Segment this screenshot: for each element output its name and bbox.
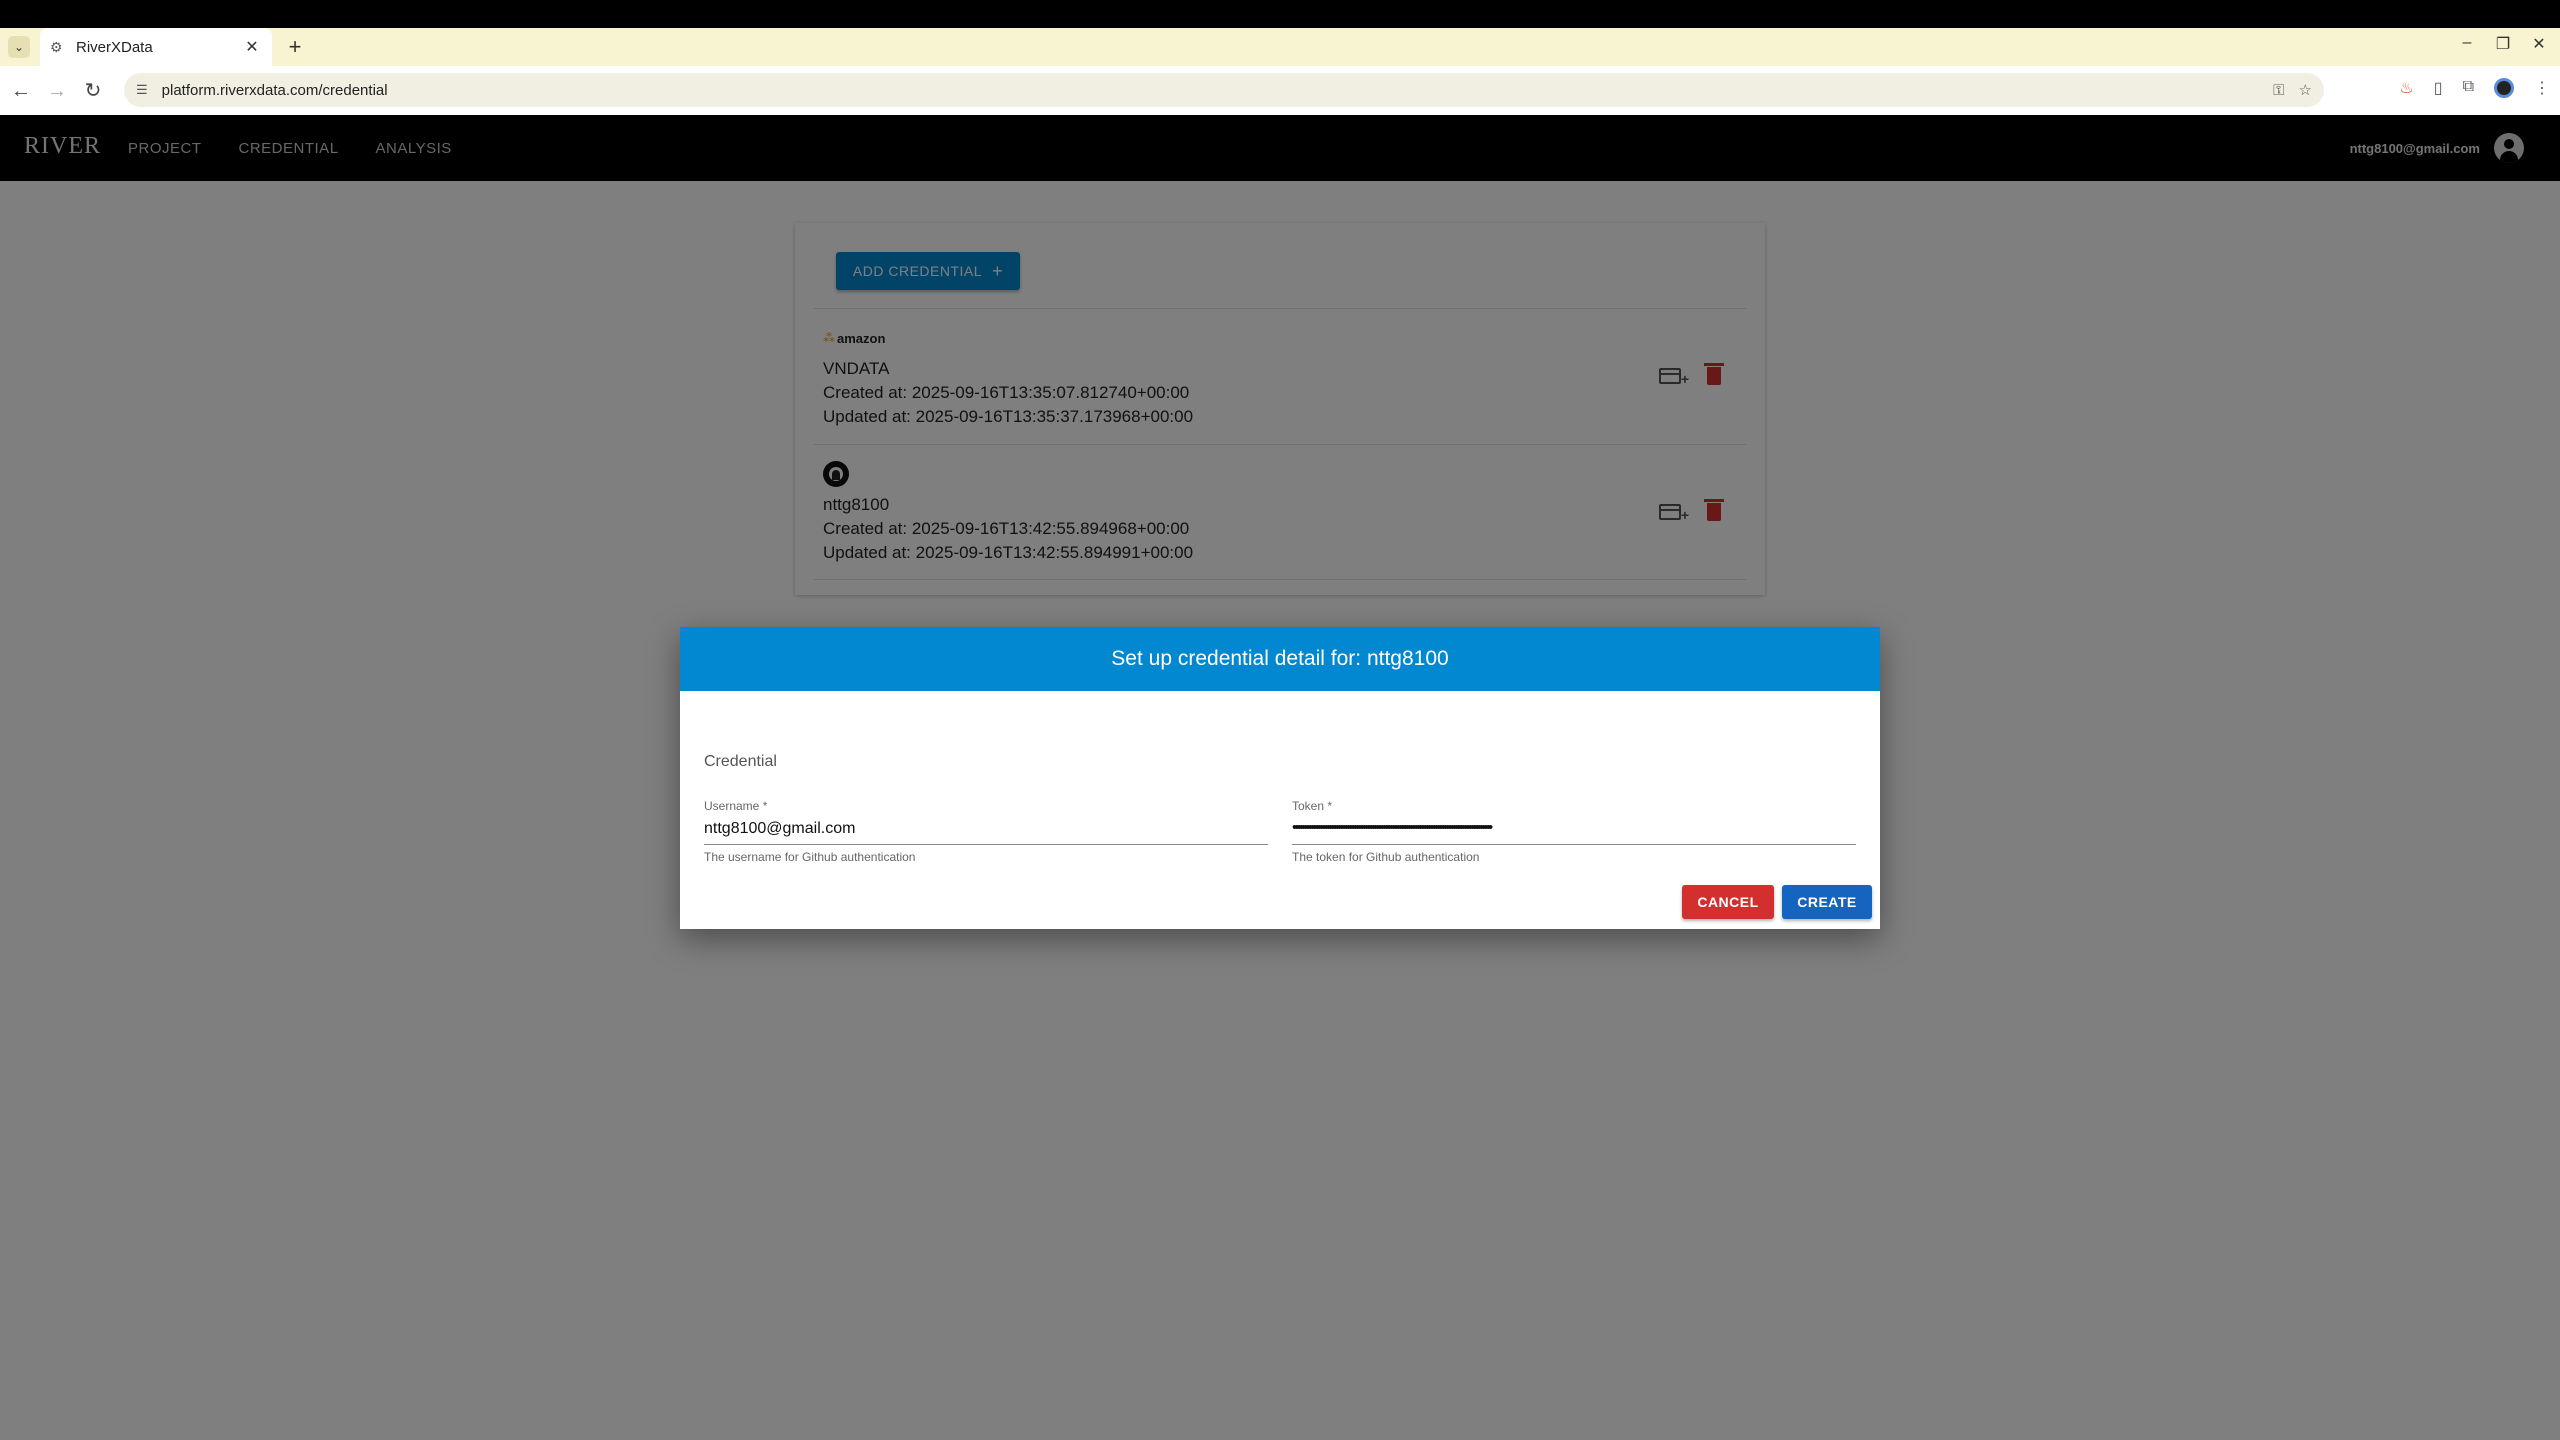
fire-icon[interactable]: ♨ <box>2399 78 2413 98</box>
create-button[interactable]: CREATE <box>1782 885 1872 919</box>
star-icon[interactable]: ☆ <box>2299 81 2312 99</box>
token-label: Token * <box>1292 799 1333 813</box>
site-info-icon[interactable]: ☰ <box>136 82 148 98</box>
credential-dialog: Set up credential detail for: nttg8100 C… <box>680 627 1880 929</box>
tab-title: RiverXData <box>76 38 153 56</box>
extensions-icon[interactable]: ⧉ <box>2463 78 2474 98</box>
window-close-icon[interactable]: ✕ <box>2528 34 2550 54</box>
new-tab-icon[interactable]: + <box>282 34 308 60</box>
username-field-group: Username * The username for Github authe… <box>704 799 1268 864</box>
key-icon[interactable]: ⚿ <box>2273 82 2284 99</box>
username-label: Username * <box>704 799 768 813</box>
dialog-title: Set up credential detail for: nttg8100 <box>1111 647 1449 670</box>
token-field-group: Token * ••••••••••••••••••••••••••••••••… <box>1292 799 1856 864</box>
token-input[interactable]: ••••••••••••••••••••••••••••••••••••••••… <box>1292 813 1856 845</box>
token-help: The token for Github authentication <box>1292 850 1480 864</box>
reload-icon[interactable]: ↻ <box>80 78 106 104</box>
username-input[interactable] <box>704 813 1268 845</box>
dialog-header: Set up credential detail for: nttg8100 <box>680 627 1880 691</box>
menu-icon[interactable]: ⋮ <box>2534 78 2550 98</box>
section-label: Credential <box>704 753 777 770</box>
tab-bar: ⌄ ⚙ RiverXData ✕ + – ❐ ✕ <box>0 28 2560 66</box>
url-text: platform.riverxdata.com/credential <box>161 81 388 99</box>
forward-icon[interactable]: → <box>44 78 70 104</box>
address-bar: ← → ↻ ☰ platform.riverxdata.com/credenti… <box>0 66 2560 115</box>
gear-icon: ⚙ <box>50 39 63 55</box>
username-help: The username for Github authentication <box>704 850 916 864</box>
restore-icon[interactable]: ❐ <box>2492 34 2514 54</box>
close-icon[interactable]: ✕ <box>242 37 262 57</box>
profile-icon[interactable] <box>2494 78 2514 98</box>
window-controls: – ❐ ✕ <box>2456 34 2550 54</box>
back-icon[interactable]: ← <box>8 78 34 104</box>
minimize-icon[interactable]: – <box>2456 34 2478 54</box>
cancel-button[interactable]: CANCEL <box>1682 885 1774 919</box>
tab-search-icon[interactable]: ⌄ <box>8 36 30 58</box>
omnibox-actions: ⚿ ☆ <box>2273 73 2324 107</box>
browser-chrome: ⌄ ⚙ RiverXData ✕ + – ❐ ✕ ← → ↻ ☰ platfor… <box>0 0 2560 115</box>
browser-tab[interactable]: ⚙ RiverXData ✕ <box>40 28 272 66</box>
document-icon[interactable]: ▯ <box>2434 78 2443 98</box>
url-field[interactable]: ☰ platform.riverxdata.com/credential ⚿ ☆ <box>124 73 2324 107</box>
app-viewport: RIVER PROJECT CREDENTIAL ANALYSIS nttg81… <box>0 115 2560 1440</box>
browser-toolbar: ♨ ▯ ⧉ ⋮ <box>2399 78 2550 98</box>
